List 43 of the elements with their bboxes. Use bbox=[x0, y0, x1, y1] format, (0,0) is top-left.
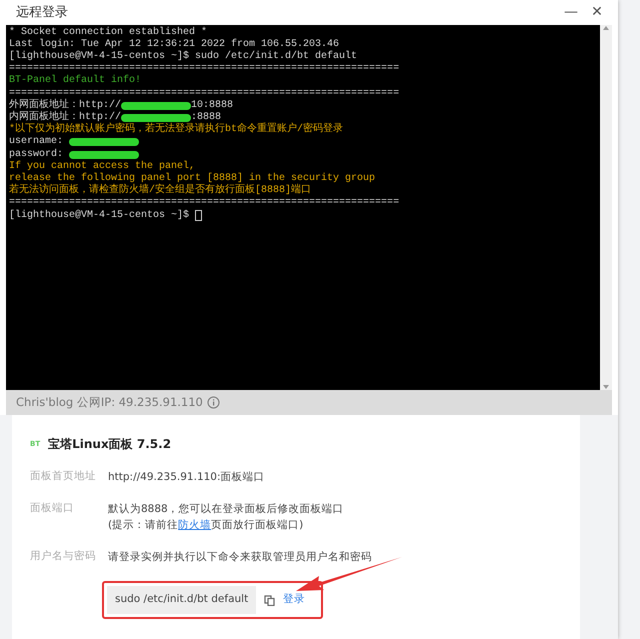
terminal-line: :8888 bbox=[191, 112, 222, 124]
scroll-down-icon[interactable] bbox=[602, 384, 610, 390]
field-label: 面板首页地址 bbox=[30, 469, 97, 484]
terminal-line: 内网面板地址：http:// bbox=[9, 112, 122, 124]
terminal-line: * Socket connection established * bbox=[9, 26, 208, 38]
terminal-line: BT-Panel default info! bbox=[9, 75, 142, 88]
terminal-line: ================================================================= bbox=[9, 63, 400, 74]
field-value: (提示：请前往防火墙页面放行面板端口) bbox=[108, 518, 304, 534]
shell-prompt: [lighthouse@VM-4-15-centos ~]$ bbox=[9, 210, 190, 222]
terminal-line: Last login: Tue Apr 12 12:36:21 2022 from 106.55.203.46 bbox=[9, 38, 340, 50]
command-text: sudo /etc/init.d/bt default bbox=[107, 586, 256, 614]
terminal-line: release the following panel port [8888] in the security group bbox=[9, 172, 376, 184]
terminal-line: 外网面板地址：http:// bbox=[9, 100, 122, 111]
cursor bbox=[195, 210, 202, 222]
field-label: 用户名与密码 bbox=[30, 549, 97, 564]
terminal-line: [lighthouse@VM-4-15-centos ~]$ sudo /etc/init.d/bt default bbox=[9, 51, 358, 64]
panel-title: 宝塔Linux面板 7.5.2 bbox=[48, 436, 172, 454]
close-button[interactable]: ✕ bbox=[584, 2, 610, 22]
redaction-mark bbox=[121, 102, 192, 110]
minimize-button[interactable]: — bbox=[558, 2, 584, 22]
terminal-line: 10:8888 bbox=[191, 100, 234, 112]
terminal-line: username: bbox=[9, 136, 64, 148]
terminal-line: password: bbox=[9, 148, 64, 160]
scroll-up-icon[interactable] bbox=[602, 24, 610, 31]
copy-icon[interactable] bbox=[264, 594, 276, 606]
field-label: 面板端口 bbox=[30, 501, 75, 516]
terminal-line: 若无法访问面板，请检查防火墙/安全组是否有放行面板[8888]端口 bbox=[9, 185, 312, 198]
firewall-link[interactable]: 防火墙 bbox=[178, 519, 212, 532]
terminal-line: ================================================================= bbox=[9, 197, 400, 210]
redaction-mark bbox=[69, 138, 140, 146]
redaction-mark bbox=[69, 150, 140, 159]
terminal-line: ================================================================= bbox=[9, 88, 400, 99]
terminal-line: *以下仅为初始默认账户密码，若无法登录请执行bt命令重置账户/密码登录 bbox=[9, 124, 344, 136]
terminal[interactable] bbox=[6, 24, 612, 390]
window-title: 远程登录 bbox=[16, 4, 69, 22]
field-value: 默认为8888，您可以在登录面板后修改面板端口 bbox=[108, 502, 344, 518]
public-ip-text: Chris'blog 公网IP: 49.235.91.110 bbox=[16, 394, 203, 411]
field-value: 请登录实例并执行以下命令来获取管理员用户名和密码 bbox=[108, 550, 372, 566]
redaction-mark bbox=[121, 114, 192, 122]
terminal-line: If you cannot access the panel, bbox=[9, 160, 196, 172]
field-value: http://49.235.91.110:面板端口 bbox=[108, 470, 265, 486]
login-link[interactable]: 登录 bbox=[283, 592, 306, 608]
info-icon[interactable] bbox=[206, 396, 220, 409]
